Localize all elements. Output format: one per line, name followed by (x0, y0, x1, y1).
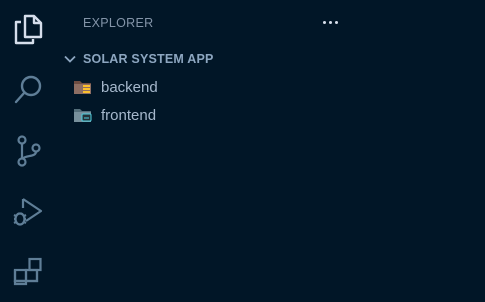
search-icon (13, 74, 43, 106)
extensions-activity-button[interactable] (8, 252, 48, 292)
run-debug-activity-button[interactable] (8, 191, 48, 231)
tree-item-backend[interactable]: backend (73, 76, 373, 98)
source-control-icon (13, 134, 43, 168)
tree-item-label: backend (101, 78, 158, 96)
workspace-section-header[interactable]: SOLAR SYSTEM APP (62, 49, 362, 69)
explorer-activity-button[interactable] (8, 9, 48, 49)
folder-backend-icon (73, 79, 93, 95)
extensions-icon (12, 256, 44, 288)
chevron-down-icon (62, 51, 78, 67)
folder-frontend-icon (73, 107, 93, 123)
tree-item-frontend[interactable]: frontend (73, 104, 373, 126)
ellipsis-icon (321, 20, 339, 24)
source-control-activity-button[interactable] (8, 131, 48, 171)
search-activity-button[interactable] (8, 70, 48, 110)
tree-item-label: frontend (101, 106, 157, 124)
vscode-window: EXPLORER SOLAR SYSTEM APP backend fronte… (0, 0, 485, 302)
explorer-title: EXPLORER (83, 16, 154, 30)
more-actions-button[interactable] (318, 12, 342, 32)
activity-bar (0, 0, 56, 302)
explorer-sidebar: EXPLORER SOLAR SYSTEM APP backend fronte… (56, 0, 485, 302)
workspace-name: SOLAR SYSTEM APP (83, 52, 214, 66)
files-icon (13, 13, 43, 45)
run-debug-icon (11, 194, 45, 228)
